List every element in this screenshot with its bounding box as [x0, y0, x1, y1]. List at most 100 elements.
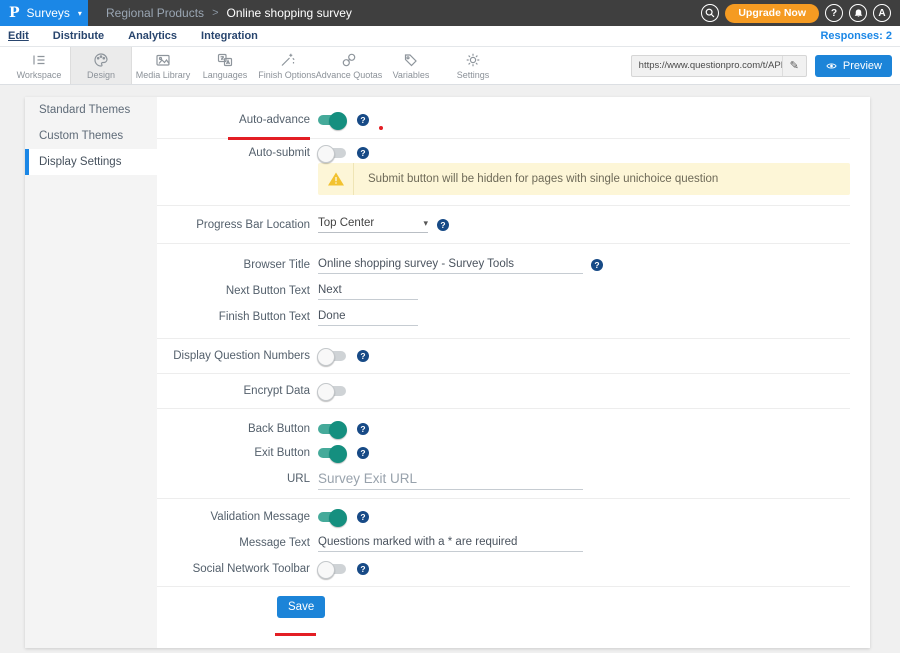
question-numbers-group: Display Question Numbers ? [157, 339, 850, 374]
exit-button-row: Exit Button ? [157, 441, 850, 465]
text-fields-group: Browser Title ? Next Button Text Finish … [157, 244, 850, 339]
surveys-product-menu[interactable]: P Surveys ▾ [0, 0, 88, 26]
browser-title-input[interactable] [318, 256, 583, 274]
warning-icon-box [318, 163, 354, 195]
save-group: Save [157, 587, 850, 627]
toolbar-item-finish-options[interactable]: Finish Options [256, 47, 318, 84]
validation-message-toggle[interactable] [318, 512, 346, 522]
upgrade-now-button[interactable]: Upgrade Now [725, 4, 819, 23]
finish-button-text-row: Finish Button Text [157, 304, 850, 330]
toolbar-item-advance-quotas[interactable]: Advance Quotas [318, 47, 380, 84]
sidebar-item-custom-themes[interactable]: Custom Themes [25, 123, 157, 149]
validation-message-label: Validation Message [157, 511, 310, 523]
save-button[interactable]: Save [277, 596, 325, 618]
exit-url-row: URL [157, 465, 850, 493]
survey-url[interactable]: https://www.questionpro.com/t/APNrFZ [632, 60, 782, 71]
breadcrumb: Regional Products > Online shopping surv… [106, 6, 352, 20]
toolbar-item-media-library[interactable]: Media Library [132, 47, 194, 84]
search-button[interactable] [701, 4, 719, 22]
back-button-row: Back Button ? [157, 417, 850, 441]
tab-integration[interactable]: Integration [201, 30, 258, 42]
exit-url-label: URL [157, 473, 310, 485]
social-network-toolbar-toggle[interactable] [318, 564, 346, 574]
next-button-text-input[interactable] [318, 282, 418, 300]
search-icon [704, 7, 716, 19]
responses-count[interactable]: Responses: 2 [820, 30, 892, 42]
help-menu-button[interactable]: ? [825, 4, 843, 22]
exit-button-label: Exit Button [157, 447, 310, 459]
topbar-actions: Upgrade Now ? A [701, 4, 900, 23]
progress-bar-location-select[interactable]: Top Center ▾ [318, 217, 428, 233]
browser-title-label: Browser Title [157, 259, 310, 271]
display-question-numbers-label: Display Question Numbers [157, 350, 310, 362]
sidebar-item-display-settings[interactable]: Display Settings [25, 149, 157, 175]
tab-distribute[interactable]: Distribute [53, 30, 104, 42]
browser-title-help-icon[interactable]: ? [591, 259, 603, 271]
validation-message-help-icon[interactable]: ? [357, 511, 369, 523]
questionpro-logo: P [9, 5, 20, 21]
back-button-toggle[interactable] [318, 424, 346, 434]
back-button-help-icon[interactable]: ? [357, 423, 369, 435]
display-question-numbers-toggle[interactable] [318, 351, 346, 361]
encrypt-data-group: Encrypt Data [157, 374, 850, 409]
encrypt-data-toggle[interactable] [318, 386, 346, 396]
toolbar-item-settings[interactable]: Settings [442, 47, 504, 84]
auto-submit-help-icon[interactable]: ? [357, 147, 369, 159]
variables-tag-icon [403, 52, 419, 68]
chevron-down-icon: ▾ [78, 9, 82, 18]
social-network-toolbar-row: Social Network Toolbar ? [157, 556, 850, 582]
auto-submit-toggle[interactable] [318, 148, 346, 158]
main-nav: Edit Distribute Analytics Integration Re… [0, 26, 900, 47]
eye-icon [825, 61, 838, 71]
auto-advance-toggle[interactable] [318, 115, 346, 125]
display-question-numbers-help-icon[interactable]: ? [357, 350, 369, 362]
exit-url-input[interactable] [318, 469, 583, 490]
navigation-buttons-group: Back Button ? Exit Button ? URL [157, 409, 850, 499]
tab-analytics[interactable]: Analytics [128, 30, 177, 42]
annotation-underline-save [275, 633, 316, 636]
exit-button-help-icon[interactable]: ? [357, 447, 369, 459]
tab-edit[interactable]: Edit [8, 30, 29, 42]
preview-button[interactable]: Preview [815, 55, 892, 77]
avatar[interactable]: A [873, 4, 891, 22]
toolbar-item-design[interactable]: Design [70, 47, 132, 84]
encrypt-data-row: Encrypt Data [157, 379, 850, 403]
themes-sidebar: Standard Themes Custom Themes Display Se… [25, 97, 157, 648]
warning-text: Submit button will be hidden for pages w… [354, 163, 732, 195]
auto-advance-help-icon[interactable]: ? [357, 114, 369, 126]
back-button-label: Back Button [157, 423, 310, 435]
survey-url-box: https://www.questionpro.com/t/APNrFZ ✎ [631, 55, 807, 77]
languages-icon [217, 52, 233, 68]
toolbar-item-workspace[interactable]: Workspace [8, 47, 70, 84]
breadcrumb-folder[interactable]: Regional Products [106, 6, 204, 20]
notifications-button[interactable] [849, 4, 867, 22]
progress-bar-location-value: Top Center [318, 217, 374, 229]
toolbar-item-languages[interactable]: Languages [194, 47, 256, 84]
breadcrumb-survey-name: Online shopping survey [227, 6, 352, 20]
finish-button-text-input[interactable] [318, 308, 418, 326]
encrypt-data-label: Encrypt Data [157, 385, 310, 397]
toolbar-item-variables[interactable]: Variables [380, 47, 442, 84]
auto-advance-row: Auto-advance ? [157, 114, 850, 126]
finish-options-wand-icon [279, 52, 295, 68]
topbar: P Surveys ▾ Regional Products > Online s… [0, 0, 900, 26]
sidebar-item-standard-themes[interactable]: Standard Themes [25, 97, 157, 123]
message-text-input[interactable] [318, 534, 583, 552]
social-network-toolbar-help-icon[interactable]: ? [357, 563, 369, 575]
validation-message-row: Validation Message ? [157, 504, 850, 530]
auto-advance-label: Auto-advance [157, 114, 310, 126]
exit-button-toggle[interactable] [318, 448, 346, 458]
auto-advance-group: Auto-advance ? [157, 97, 850, 139]
submit-hidden-warning: Submit button will be hidden for pages w… [318, 163, 850, 195]
progress-bar-help-icon[interactable]: ? [437, 219, 449, 231]
browser-title-row: Browser Title ? [157, 252, 850, 278]
select-caret-icon: ▾ [423, 218, 428, 229]
breadcrumb-separator-icon: > [212, 7, 218, 19]
toolbar-right: https://www.questionpro.com/t/APNrFZ ✎ P… [631, 47, 900, 84]
social-network-toolbar-label: Social Network Toolbar [157, 563, 310, 575]
display-question-numbers-row: Display Question Numbers ? [157, 344, 850, 368]
edit-url-pencil-icon[interactable]: ✎ [782, 56, 806, 76]
app-window: P Surveys ▾ Regional Products > Online s… [0, 0, 900, 653]
progress-bar-location-label: Progress Bar Location [157, 219, 310, 231]
next-button-text-label: Next Button Text [157, 285, 310, 297]
